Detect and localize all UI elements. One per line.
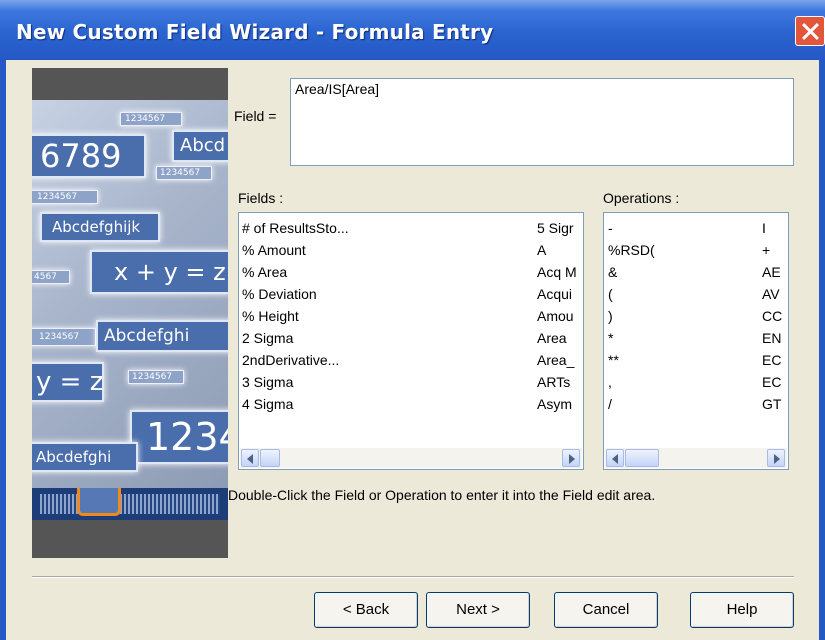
list-item[interactable]: - <box>608 217 748 239</box>
field-formula-input[interactable]: Area/IS[Area] <box>290 78 794 166</box>
list-item[interactable]: % Area <box>242 261 532 283</box>
list-item[interactable]: 3 Sigma <box>242 371 532 393</box>
banner-tile: 1234567 <box>128 370 184 384</box>
list-item[interactable]: A <box>537 239 583 261</box>
banner-slider-knob <box>77 488 121 516</box>
fields-list-items: # of ResultsSto... % Amount % Area % Dev… <box>239 213 583 447</box>
scrollbar-thumb[interactable] <box>625 449 659 467</box>
scroll-left-icon[interactable] <box>606 449 624 467</box>
list-item[interactable]: %RSD( <box>608 239 748 261</box>
window-title: New Custom Field Wizard - Formula Entry <box>16 20 494 44</box>
cancel-button[interactable]: Cancel <box>554 592 658 628</box>
list-item[interactable]: 4 Sigma <box>242 393 532 415</box>
list-item[interactable]: % Amount <box>242 239 532 261</box>
list-item[interactable]: CC <box>762 305 788 327</box>
banner-tile: 1234 <box>130 410 228 464</box>
window-border-right <box>819 60 825 640</box>
list-item[interactable]: 2 Sigma <box>242 327 532 349</box>
list-item[interactable]: EC <box>762 349 788 371</box>
dialog-body: 1234567 6789 Abcd 1234567 1234567 Abcdef… <box>6 60 819 640</box>
list-item[interactable]: AE <box>762 261 788 283</box>
close-icon[interactable] <box>795 16 825 46</box>
list-item[interactable]: Area_ <box>537 349 583 371</box>
banner-tile: 6789 <box>32 134 146 178</box>
banner-tile: x + y = z <box>90 250 228 294</box>
fields-horizontal-scrollbar[interactable] <box>240 448 582 468</box>
banner-tile: Abcdefghijk <box>40 212 160 242</box>
banner-tile: Abcdefghi <box>32 442 138 472</box>
scroll-left-icon[interactable] <box>241 449 259 467</box>
fields-label: Fields : <box>238 190 284 206</box>
banner-tile: Abcd <box>172 130 228 162</box>
list-item[interactable]: / <box>608 393 748 415</box>
list-item[interactable]: 2ndDerivative... <box>242 349 532 371</box>
scroll-right-icon[interactable] <box>562 449 580 467</box>
list-item[interactable]: + <box>762 239 788 261</box>
list-item[interactable]: % Height <box>242 305 532 327</box>
title-bar[interactable]: New Custom Field Wizard - Formula Entry <box>0 0 825 60</box>
list-item[interactable]: & <box>608 261 748 283</box>
wizard-window: New Custom Field Wizard - Formula Entry … <box>0 0 825 640</box>
list-item[interactable]: EC <box>762 371 788 393</box>
list-item[interactable]: GT <box>762 393 788 415</box>
list-item[interactable]: Acqui <box>537 283 583 305</box>
banner-tile: 1234567 <box>120 112 182 126</box>
list-item[interactable]: 5 Sigr <box>537 217 583 239</box>
list-item[interactable]: , <box>608 371 748 393</box>
banner-tile: 1234567 <box>32 328 96 346</box>
list-item[interactable]: ARTs <box>537 371 583 393</box>
list-item[interactable]: ( <box>608 283 748 305</box>
scroll-right-icon[interactable] <box>767 449 785 467</box>
field-label: Field = <box>234 108 277 124</box>
operations-list[interactable]: - %RSD( & ( ) * ** , / I + AE AV CC EN E… <box>603 212 789 470</box>
banner-slider-strip <box>32 488 228 520</box>
button-separator <box>32 576 794 578</box>
banner-tile: 4567 <box>32 270 70 284</box>
help-button[interactable]: Help <box>690 592 794 628</box>
list-item[interactable]: # of ResultsSto... <box>242 217 532 239</box>
banner-tile: Abcdefghi <box>96 320 228 352</box>
banner-tile: y = z <box>32 362 104 402</box>
banner-tile: 1234567 <box>32 190 98 204</box>
list-item[interactable]: Acq M <box>537 261 583 283</box>
list-item[interactable]: I <box>762 217 788 239</box>
list-item[interactable]: Asym <box>537 393 583 415</box>
list-item[interactable]: ) <box>608 305 748 327</box>
operations-list-items: - %RSD( & ( ) * ** , / I + AE AV CC EN E… <box>604 213 788 447</box>
instruction-text: Double-Click the Field or Operation to e… <box>228 487 656 503</box>
list-item[interactable]: EN <box>762 327 788 349</box>
list-item[interactable]: Area <box>537 327 583 349</box>
banner-tile: 1234567 <box>156 166 212 180</box>
back-button[interactable]: < Back <box>314 592 418 628</box>
scrollbar-thumb[interactable] <box>260 449 280 467</box>
operations-horizontal-scrollbar[interactable] <box>605 448 787 468</box>
list-item[interactable]: Amou <box>537 305 583 327</box>
list-item[interactable]: AV <box>762 283 788 305</box>
next-button[interactable]: Next > <box>426 592 530 628</box>
list-item[interactable]: ** <box>608 349 748 371</box>
list-item[interactable]: * <box>608 327 748 349</box>
list-item[interactable]: % Deviation <box>242 283 532 305</box>
operations-label: Operations : <box>603 190 680 206</box>
fields-list[interactable]: # of ResultsSto... % Amount % Area % Dev… <box>238 212 584 470</box>
wizard-banner-image: 1234567 6789 Abcd 1234567 1234567 Abcdef… <box>32 68 228 558</box>
